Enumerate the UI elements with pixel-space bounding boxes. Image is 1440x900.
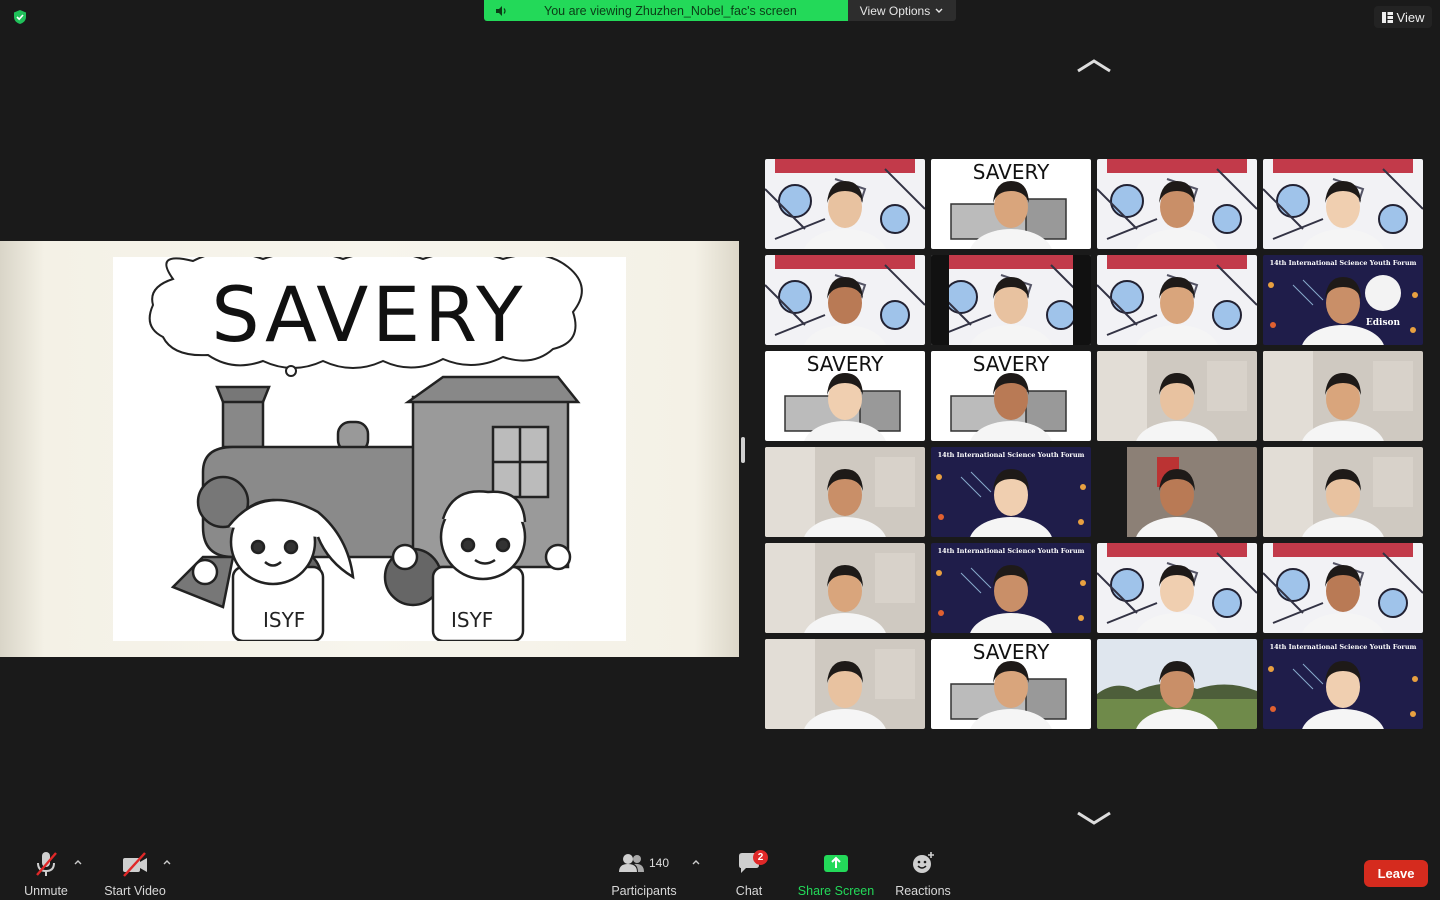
video-feed [765, 543, 925, 633]
svg-text:SAVERY: SAVERY [973, 352, 1050, 376]
video-feed: SAVERY [765, 351, 925, 441]
participant-video-tile[interactable] [765, 159, 925, 249]
participant-video-tile[interactable] [765, 255, 925, 345]
participant-video-tile[interactable]: SAVERY [765, 351, 925, 441]
grid-view-icon [1381, 11, 1393, 23]
viewing-banner-text: You are viewing Zhuzhen_Nobel_fac's scre… [544, 3, 797, 18]
video-feed [1097, 159, 1257, 249]
video-options-caret-icon[interactable] [162, 858, 172, 866]
participants-caret-icon[interactable] [691, 858, 701, 866]
participant-video-tile[interactable] [1263, 159, 1423, 249]
participant-video-tile[interactable]: 14th International Science Youth Forum [1263, 639, 1423, 729]
participant-video-tile[interactable] [1097, 639, 1257, 729]
start-video-label: Start Video [104, 884, 166, 898]
video-feed: SAVERY [931, 351, 1091, 441]
participant-video-tile[interactable] [765, 639, 925, 729]
participant-video-tile[interactable]: SAVERY [931, 159, 1091, 249]
video-feed: 14th International Science Youth Forum E… [1263, 255, 1423, 345]
video-feed [765, 639, 925, 729]
svg-text:14th International Science You: 14th International Science Youth Forum [938, 451, 1085, 459]
video-feed [1097, 351, 1257, 441]
video-feed [1097, 639, 1257, 729]
reactions-smiley-icon [913, 852, 934, 873]
speaker-icon[interactable] [494, 4, 508, 18]
participant-video-tile[interactable]: SAVERY [931, 351, 1091, 441]
video-feed [1097, 255, 1257, 345]
chat-unread-badge: 2 [753, 850, 768, 865]
meeting-toolbar: Unmute Start Video 140 Participants Chat… [0, 846, 1440, 900]
svg-text:Edison: Edison [1366, 318, 1401, 328]
resize-handle[interactable] [741, 437, 745, 463]
svg-text:SAVERY: SAVERY [807, 352, 884, 376]
svg-text:14th International Science You: 14th International Science Youth Forum [1270, 643, 1417, 651]
participant-video-tile[interactable] [1097, 159, 1257, 249]
video-feed [765, 159, 925, 249]
view-label: View [1396, 9, 1425, 25]
reactions-button[interactable]: Reactions [893, 850, 953, 898]
share-screen-icon [824, 855, 848, 872]
video-feed [765, 447, 925, 537]
gallery-page-up-icon[interactable] [1074, 56, 1114, 81]
leave-button[interactable]: Leave [1364, 860, 1428, 887]
video-feed: 14th International Science Youth Forum [1263, 639, 1423, 729]
svg-text:14th International Science You: 14th International Science Youth Forum [1270, 259, 1417, 267]
participant-video-tile[interactable] [1097, 447, 1257, 537]
participant-video-tile[interactable] [1263, 543, 1423, 633]
participants-label: Participants [611, 884, 677, 898]
video-feed: SAVERY [931, 159, 1091, 249]
slide: SAVERY ISYF ISYF [113, 251, 626, 643]
share-screen-label: Share Screen [797, 884, 875, 898]
gallery-page-down-icon[interactable] [1074, 808, 1114, 833]
view-options-button[interactable]: View Options [848, 0, 956, 21]
participant-video-tile[interactable] [765, 543, 925, 633]
participants-count: 140 [648, 856, 670, 870]
slide-title: SAVERY [211, 270, 526, 359]
video-feed: 14th International Science Youth Forum [931, 447, 1091, 537]
participants-icon [618, 854, 644, 872]
video-feed [1097, 447, 1257, 537]
participant-video-tile[interactable]: 14th International Science Youth Forum [931, 543, 1091, 633]
video-feed [1263, 159, 1423, 249]
start-video-button[interactable]: Start Video [100, 850, 170, 898]
participant-video-tile[interactable] [1097, 255, 1257, 345]
chat-label: Chat [735, 884, 763, 898]
unmute-label: Unmute [24, 884, 68, 898]
participant-video-tile[interactable]: 14th International Science Youth Forum [931, 447, 1091, 537]
encryption-shield-icon[interactable] [12, 9, 28, 25]
video-feed [931, 255, 1091, 345]
video-feed [1263, 351, 1423, 441]
svg-text:SAVERY: SAVERY [973, 640, 1050, 664]
video-feed: SAVERY [931, 639, 1091, 729]
participant-video-tile[interactable]: SAVERY [931, 639, 1091, 729]
view-button[interactable]: View [1374, 6, 1432, 28]
participant-video-tile[interactable] [1263, 351, 1423, 441]
shared-screen[interactable]: SAVERY ISYF ISYF [0, 241, 739, 657]
chevron-down-icon [935, 8, 943, 13]
viewing-banner: You are viewing Zhuzhen_Nobel_fac's scre… [484, 0, 848, 21]
shirt-text-right: ISYF [451, 608, 493, 632]
reactions-label: Reactions [895, 884, 951, 898]
video-off-icon [123, 852, 147, 877]
audio-options-caret-icon[interactable] [73, 858, 83, 866]
muted-mic-icon [36, 852, 57, 876]
video-feed [765, 255, 925, 345]
participant-video-tile[interactable] [931, 255, 1091, 345]
svg-text:SAVERY: SAVERY [973, 160, 1050, 184]
participant-video-tile[interactable] [1097, 543, 1257, 633]
video-feed [1263, 447, 1423, 537]
participant-video-tile[interactable]: 14th International Science Youth Forum E… [1263, 255, 1423, 345]
participant-video-tile[interactable] [1263, 447, 1423, 537]
svg-text:14th International Science You: 14th International Science Youth Forum [938, 547, 1085, 555]
shirt-text-left: ISYF [263, 608, 305, 632]
participants-button[interactable]: 140 Participants [608, 850, 680, 898]
video-feed [1097, 543, 1257, 633]
video-feed: 14th International Science Youth Forum [931, 543, 1091, 633]
unmute-button[interactable]: Unmute [16, 850, 76, 898]
video-feed [1263, 543, 1423, 633]
share-screen-button[interactable]: Share Screen [796, 850, 876, 898]
participant-video-tile[interactable] [765, 447, 925, 537]
participant-video-tile[interactable] [1097, 351, 1257, 441]
view-options-label: View Options [859, 3, 931, 18]
